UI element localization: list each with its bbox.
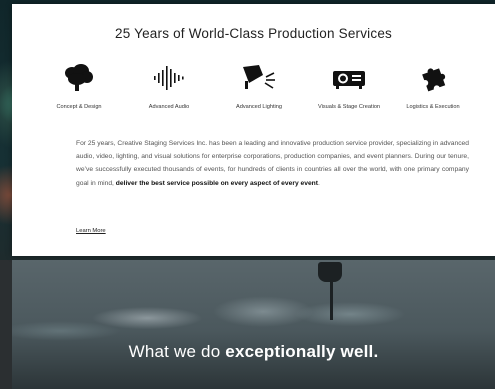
hero-banner: What we do exceptionally well. <box>12 260 495 389</box>
hero-heading-normal: What we do <box>128 342 226 361</box>
service-label: Advanced Audio <box>148 104 190 110</box>
service-logistics-execution[interactable]: Logistics & Execution <box>388 60 478 110</box>
service-advanced-lighting[interactable]: Advanced Lighting <box>214 60 304 110</box>
service-label: Advanced Lighting <box>235 104 283 110</box>
service-concept-design[interactable]: Concept & Design <box>34 60 124 110</box>
hero-heading: What we do exceptionally well. <box>12 342 495 362</box>
about-emphasis: deliver the best service possible on eve… <box>115 179 318 187</box>
spotlight-icon <box>214 60 304 96</box>
puzzle-piece-icon <box>388 60 478 96</box>
audio-waveform-icon <box>124 60 214 96</box>
service-label: Logistics & Execution <box>406 104 460 110</box>
service-visuals-stage[interactable]: Visuals & Stage Creation <box>304 60 394 110</box>
service-label: Visuals & Stage Creation <box>317 104 381 110</box>
hero-heading-bold: exceptionally well. <box>225 342 379 361</box>
section-title: 25 Years of World-Class Production Servi… <box>115 26 392 41</box>
stage-lamp-arm <box>330 280 333 320</box>
projector-icon <box>304 60 394 96</box>
about-paragraph: For 25 years, Creative Staging Services … <box>76 137 469 190</box>
about-end: . <box>318 179 320 187</box>
service-label: Concept & Design <box>56 104 102 110</box>
service-advanced-audio[interactable]: Advanced Audio <box>124 60 214 110</box>
services-card: 25 Years of World-Class Production Servi… <box>12 4 495 256</box>
stage-lamp-image <box>318 262 342 282</box>
brain-icon <box>34 60 124 96</box>
learn-more-link[interactable]: Learn More <box>76 228 106 234</box>
services-row: Concept & Design Advanced Audio Advanced… <box>12 60 495 120</box>
